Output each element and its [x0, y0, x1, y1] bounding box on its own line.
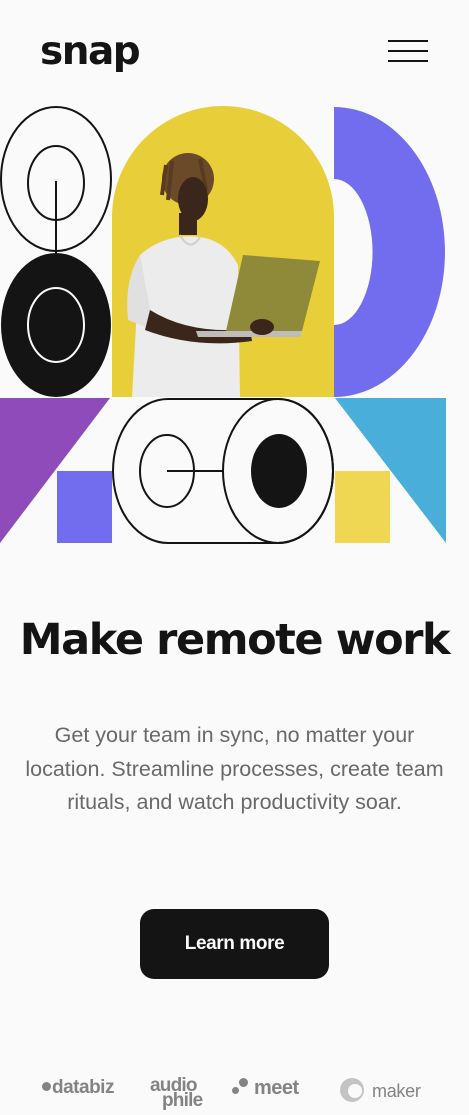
black-dot-shape — [251, 434, 307, 508]
purple-half-ring-shape — [334, 107, 445, 397]
menu-bar — [388, 40, 428, 42]
databiz-label: databiz — [52, 1077, 114, 1098]
databiz-dot-icon — [42, 1082, 51, 1091]
client-logos: databiz audio phile meet maker — [0, 1068, 469, 1115]
databiz-logo: databiz — [42, 1077, 114, 1099]
maker-logo: maker — [340, 1078, 421, 1102]
black-circle-shape — [1, 253, 111, 397]
maker-label: maker — [372, 1081, 421, 1101]
menu-bar — [388, 60, 428, 62]
meet-dot-icon — [232, 1087, 239, 1094]
purple-square-shape — [57, 471, 112, 543]
meet-label: meet — [254, 1077, 299, 1099]
hero-description: Get your team in sync, no matter your lo… — [25, 723, 444, 814]
meet-logo: meet — [232, 1077, 299, 1100]
menu-bar — [388, 50, 428, 52]
yellow-square-shape — [335, 471, 390, 543]
logo[interactable]: snap — [40, 26, 141, 78]
hero-graphic — [0, 106, 446, 544]
audiophile-logo: audio phile — [150, 1076, 203, 1110]
hamburger-menu-icon[interactable] — [386, 36, 430, 66]
learn-more-button[interactable]: Learn more — [140, 909, 329, 979]
hero-illustration — [0, 105, 469, 547]
meet-dot-icon — [239, 1078, 248, 1087]
site-header: snap — [0, 0, 469, 100]
maker-circle-icon — [340, 1078, 364, 1102]
page-title: Make remote work — [19, 615, 451, 665]
